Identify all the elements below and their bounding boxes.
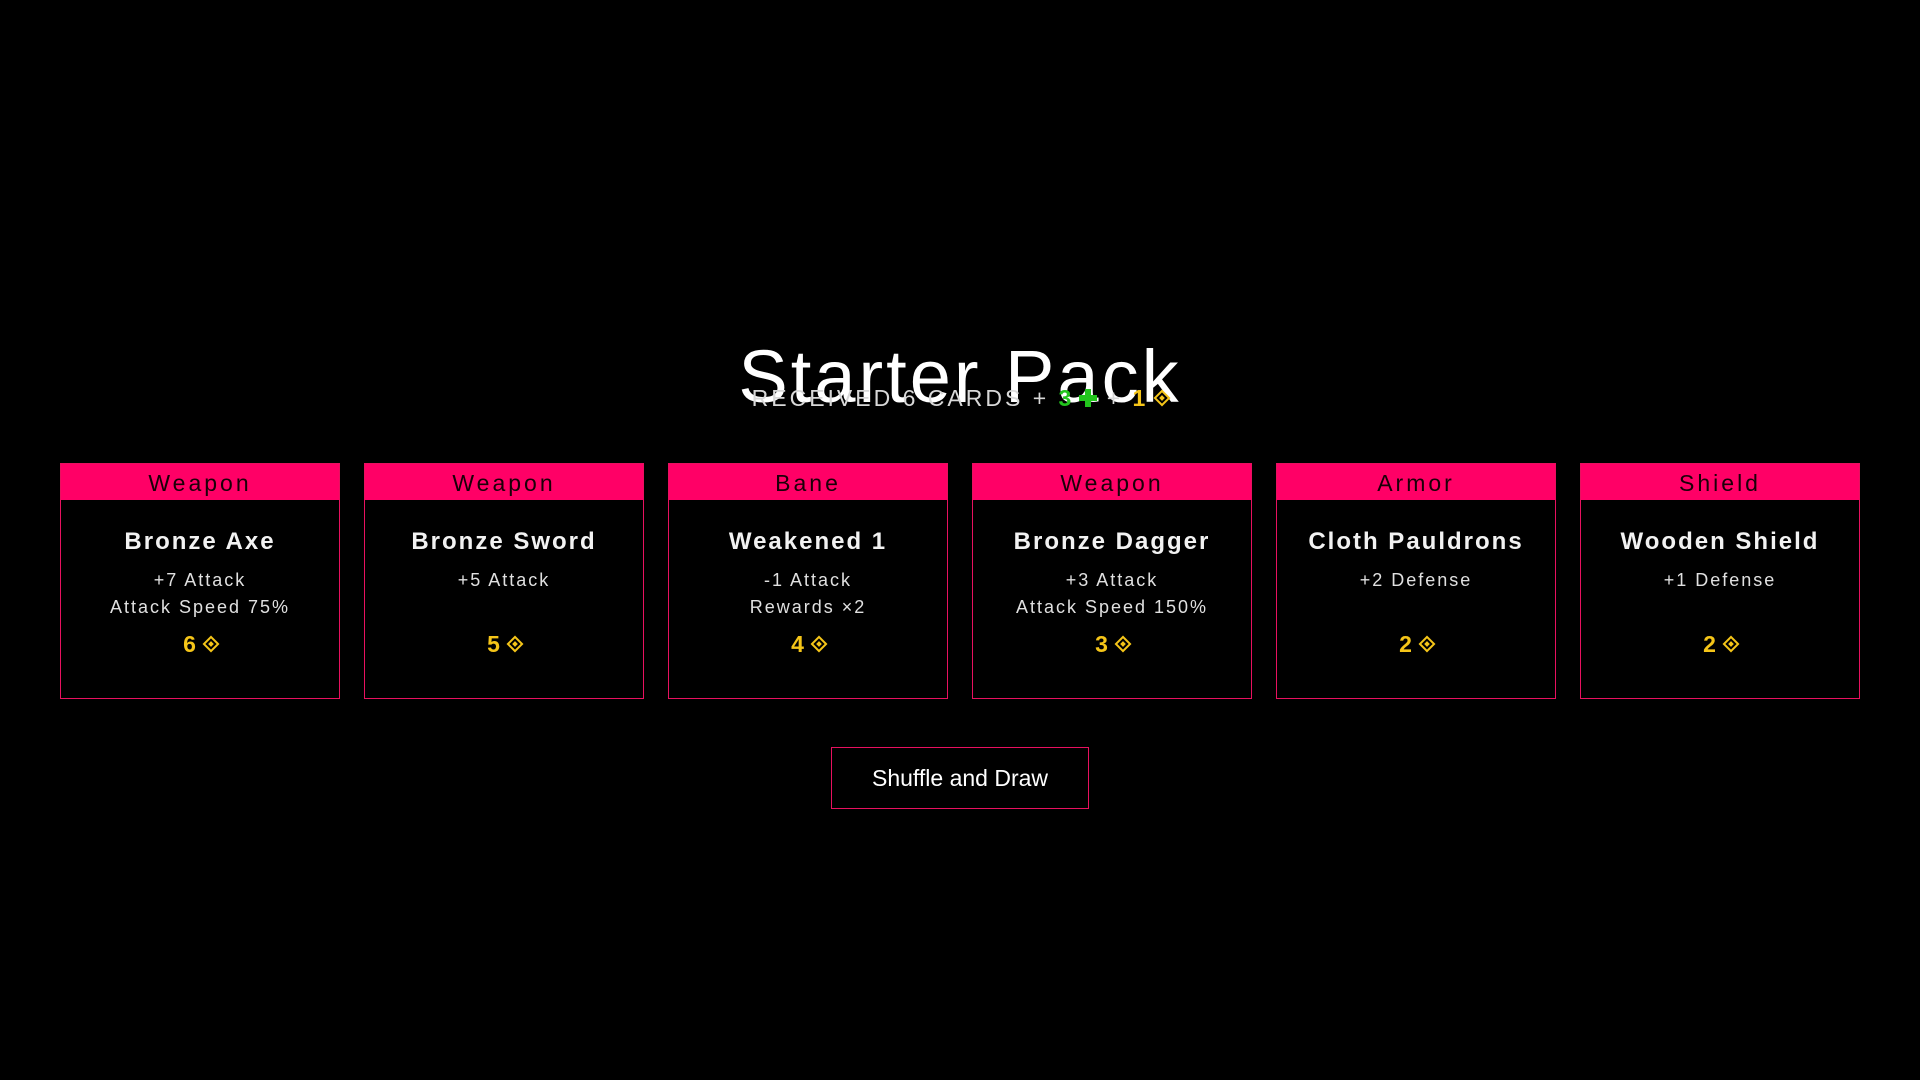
card-row: Weapon Bronze Axe +7 Attack Attack Speed… bbox=[60, 463, 1860, 699]
pack-summary: RECEIVED 6 CARDS + 3 + 1 bbox=[0, 383, 1920, 413]
card-stats: +7 Attack Attack Speed 75% bbox=[61, 567, 339, 621]
card-type-label: Weapon bbox=[973, 464, 1251, 500]
card-stats: +1 Defense bbox=[1581, 567, 1859, 621]
card-stats: +5 Attack bbox=[365, 567, 643, 621]
card-cost: 4 bbox=[669, 629, 947, 659]
card-stat-line: Attack Speed 75% bbox=[109, 597, 291, 617]
card-cost-value: 3 bbox=[1095, 631, 1108, 657]
card-bronze-axe[interactable]: Weapon Bronze Axe +7 Attack Attack Speed… bbox=[60, 463, 340, 699]
card-stat-line bbox=[1277, 594, 1555, 621]
gold-diamond-icon bbox=[1114, 635, 1132, 653]
heal-bonus-value: 3 bbox=[1058, 385, 1075, 411]
card-stats: -1 Attack Rewards ×2 bbox=[669, 567, 947, 621]
card-cost-value: 6 bbox=[183, 631, 196, 657]
card-stat-line: +2 Defense bbox=[1359, 570, 1473, 590]
card-stat-line bbox=[1581, 594, 1859, 621]
card-type-label: Bane bbox=[669, 464, 947, 500]
card-stat-line: +1 Defense bbox=[1663, 570, 1777, 590]
gold-diamond-icon bbox=[810, 635, 828, 653]
card-wooden-shield[interactable]: Shield Wooden Shield +1 Defense 2 bbox=[1580, 463, 1860, 699]
card-cost-value: 4 bbox=[791, 631, 804, 657]
card-type-label: Shield bbox=[1581, 464, 1859, 500]
card-name: Bronze Axe bbox=[124, 528, 276, 555]
card-type-label: Armor bbox=[1277, 464, 1555, 500]
card-name: Bronze Sword bbox=[411, 528, 597, 555]
card-stat-line: -1 Attack bbox=[763, 570, 853, 590]
card-bronze-dagger[interactable]: Weapon Bronze Dagger +3 Attack Attack Sp… bbox=[972, 463, 1252, 699]
card-name: Bronze Dagger bbox=[1013, 528, 1211, 555]
gold-diamond-icon bbox=[1418, 635, 1436, 653]
plus-sign: + bbox=[1032, 385, 1050, 411]
gold-diamond-icon bbox=[506, 635, 524, 653]
gold-bonus-value: 1 bbox=[1132, 385, 1149, 411]
card-stat-line: +7 Attack bbox=[153, 570, 247, 590]
card-name: Cloth Pauldrons bbox=[1308, 528, 1524, 555]
card-bronze-sword[interactable]: Weapon Bronze Sword +5 Attack 5 bbox=[364, 463, 644, 699]
card-cost: 5 bbox=[365, 629, 643, 659]
gold-diamond-icon bbox=[202, 635, 220, 653]
card-stat-line: +5 Attack bbox=[457, 570, 551, 590]
card-cost-value: 2 bbox=[1399, 631, 1412, 657]
card-cost-value: 2 bbox=[1703, 631, 1716, 657]
card-stat-line: Rewards ×2 bbox=[749, 597, 867, 617]
gold-diamond-icon bbox=[1722, 635, 1740, 653]
card-name: Weakened 1 bbox=[728, 528, 888, 555]
card-cost: 3 bbox=[973, 629, 1251, 659]
card-stat-line: +3 Attack bbox=[1065, 570, 1159, 590]
card-type-label: Weapon bbox=[61, 464, 339, 500]
card-cost: 2 bbox=[1277, 629, 1555, 659]
card-stat-line bbox=[365, 594, 643, 621]
card-cost: 2 bbox=[1581, 629, 1859, 659]
card-stat-line: Attack Speed 150% bbox=[1015, 597, 1209, 617]
card-cost-value: 5 bbox=[487, 631, 500, 657]
card-cloth-pauldrons[interactable]: Armor Cloth Pauldrons +2 Defense 2 bbox=[1276, 463, 1556, 699]
card-stats: +3 Attack Attack Speed 150% bbox=[973, 567, 1251, 621]
card-type-label: Weapon bbox=[365, 464, 643, 500]
plus-sign: + bbox=[1106, 385, 1124, 411]
card-name: Wooden Shield bbox=[1620, 528, 1820, 555]
card-stats: +2 Defense bbox=[1277, 567, 1555, 621]
shuffle-and-draw-button[interactable]: Shuffle and Draw bbox=[831, 747, 1089, 809]
received-label: RECEIVED 6 CARDS bbox=[751, 385, 1024, 411]
card-weakened-1[interactable]: Bane Weakened 1 -1 Attack Rewards ×2 4 bbox=[668, 463, 948, 699]
gold-diamond-icon bbox=[1153, 389, 1171, 407]
green-cross-icon bbox=[1079, 389, 1098, 407]
card-cost: 6 bbox=[61, 629, 339, 659]
